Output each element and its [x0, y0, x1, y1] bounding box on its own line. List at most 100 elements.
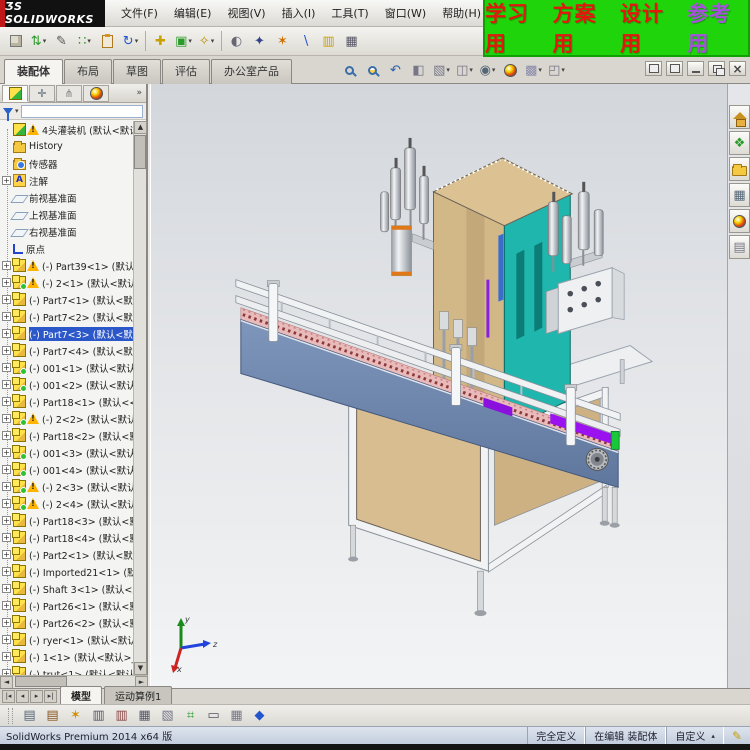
- tree-item[interactable]: (-) Part18<1> (默认<<默: [0, 393, 133, 410]
- menu-item-1[interactable]: 文件(F): [113, 2, 166, 24]
- previous-view-button[interactable]: ↶: [384, 59, 407, 81]
- tree-item[interactable]: (-) Part7<1> (默认<默认: [0, 291, 133, 308]
- expander[interactable]: [2, 482, 11, 491]
- tree-item[interactable]: (-) Part39<1> (默认<: [0, 257, 133, 274]
- linear-component-pattern-button[interactable]: ∷ ▾: [73, 30, 96, 52]
- bottom-icon-1-button[interactable]: ▤: [18, 705, 41, 727]
- scroll-down-button[interactable]: ▼: [134, 662, 147, 675]
- expander[interactable]: [2, 669, 11, 675]
- expander[interactable]: [2, 329, 11, 338]
- tree-item[interactable]: 注解: [0, 172, 133, 189]
- view-orientation-button[interactable]: ▧ ▾: [430, 59, 453, 81]
- tree-item[interactable]: (-) Part7<2> (默认<默认: [0, 308, 133, 325]
- scroll-thumb-horizontal[interactable]: [15, 676, 67, 687]
- menu-item-7[interactable]: 帮助(H): [434, 2, 489, 24]
- model-nozzles-left[interactable]: [380, 137, 434, 277]
- reference-geometry-button[interactable]: ✧ ▾: [195, 30, 218, 52]
- tree-item[interactable]: (-) 001<1> (默认<默认_显: [0, 359, 133, 376]
- tree-item[interactable]: (-) 2<1> (默认<默认_: [0, 274, 133, 291]
- appearances-scenes-button[interactable]: [729, 209, 750, 233]
- expander[interactable]: [2, 516, 11, 525]
- tree-item[interactable]: 右视基准面: [0, 223, 133, 240]
- smart-fasteners-button[interactable]: ✚: [149, 30, 172, 52]
- bottom-icon-6-button[interactable]: ▦: [133, 705, 156, 727]
- expander[interactable]: [2, 465, 11, 474]
- tab-草图[interactable]: 草图: [113, 59, 161, 84]
- tile-document-button[interactable]: [666, 61, 683, 76]
- tree-root-item[interactable]: 4头灌装机 (默认<默认_显: [0, 121, 133, 138]
- tree-item[interactable]: (-) Part18<2> (默认<默: [0, 427, 133, 444]
- menu-item-3[interactable]: 视图(V): [219, 2, 273, 24]
- tree-item[interactable]: (-) 001<4> (默认<默认_显: [0, 461, 133, 478]
- file-explorer-button[interactable]: [729, 157, 750, 181]
- tree-item[interactable]: (-) 2<4> (默认<默认_: [0, 495, 133, 512]
- bottom-icon-2-button[interactable]: ▤: [41, 705, 64, 727]
- zoom-to-area-button[interactable]: [361, 59, 384, 81]
- featuremanager-tab[interactable]: [2, 84, 28, 102]
- section-view-button[interactable]: ◧: [407, 59, 430, 81]
- expander[interactable]: [2, 380, 11, 389]
- design-library-button[interactable]: ❖: [729, 131, 750, 155]
- tab-运动算例1[interactable]: 运动算例1: [104, 686, 173, 704]
- tree-item[interactable]: (-) Shaft 3<1> (默认<默: [0, 580, 133, 597]
- tree-item[interactable]: (-) trut<1> (默认<默认: [0, 665, 133, 675]
- edit-appearance-button[interactable]: [499, 59, 522, 81]
- tree-item[interactable]: (-) Imported21<1> (默认: [0, 563, 133, 580]
- tree-item[interactable]: (-) Part7<4> (默认<默认: [0, 342, 133, 359]
- bill-of-materials-button[interactable]: ▦: [340, 30, 363, 52]
- propertymanager-tab[interactable]: ✛: [29, 84, 55, 102]
- tab-布局[interactable]: 布局: [64, 59, 112, 84]
- expander[interactable]: [2, 618, 11, 627]
- tree-item[interactable]: (-) 001<2> (默认<默认_显: [0, 376, 133, 393]
- tab-评估[interactable]: 评估: [162, 59, 210, 84]
- tab-nav-button-1[interactable]: |◂: [2, 690, 15, 703]
- status-cell-3[interactable]: 自定义 ▴: [666, 727, 724, 744]
- tree-item[interactable]: (-) Part18<3> (默认<默: [0, 512, 133, 529]
- tree-item[interactable]: 原点: [0, 240, 133, 257]
- show-hidden-components-button[interactable]: ◐: [225, 30, 248, 52]
- expander[interactable]: [2, 261, 11, 270]
- expander[interactable]: [2, 584, 11, 593]
- expander[interactable]: [2, 176, 11, 185]
- tree-vertical-scrollbar[interactable]: ▲ ▼: [133, 121, 147, 675]
- expander[interactable]: [2, 295, 11, 304]
- custom-properties-button[interactable]: ▤: [729, 235, 750, 259]
- displaymanager-tab[interactable]: [83, 84, 109, 102]
- graphics-viewport[interactable]: y z x: [150, 84, 727, 688]
- tree-item[interactable]: (-) 2<2> (默认<默认_: [0, 410, 133, 427]
- menu-item-6[interactable]: 窗口(W): [377, 2, 434, 24]
- interference-detection-button[interactable]: ▥: [317, 30, 340, 52]
- expander[interactable]: [2, 363, 11, 372]
- scroll-up-button[interactable]: ▲: [134, 121, 147, 134]
- expander[interactable]: [2, 278, 11, 287]
- restore-window-button[interactable]: [708, 61, 725, 76]
- bottom-icon-7-button[interactable]: ▧: [156, 705, 179, 727]
- hide-show-items-button[interactable]: ◉ ▾: [476, 59, 499, 81]
- configurationmanager-tab[interactable]: ⋔: [56, 84, 82, 102]
- expander[interactable]: [2, 431, 11, 440]
- tree-filter-input[interactable]: [20, 104, 143, 118]
- expander[interactable]: [2, 567, 11, 576]
- bottom-icon-8-button[interactable]: ⌗: [179, 705, 202, 727]
- tree-item[interactable]: (-) Part26<2> (默认<默: [0, 614, 133, 631]
- expander[interactable]: [2, 312, 11, 321]
- panel-tabs-overflow-icon[interactable]: »: [136, 88, 142, 98]
- tree-item[interactable]: History: [0, 138, 133, 155]
- minimize-window-button[interactable]: [687, 61, 704, 76]
- bottom-icon-11-button[interactable]: ◆: [248, 705, 271, 727]
- component-swap-button[interactable]: ⇅ ▾: [27, 30, 50, 52]
- tree-item[interactable]: (-) 2<3> (默认<默认_: [0, 478, 133, 495]
- tree-item[interactable]: (-) ryer<1> (默认<默认: [0, 631, 133, 648]
- close-window-button[interactable]: [729, 61, 746, 76]
- bottom-icon-4-button[interactable]: ▥: [87, 705, 110, 727]
- filter-caret-icon[interactable]: ▾: [15, 107, 19, 115]
- expander[interactable]: [2, 414, 11, 423]
- tree-item[interactable]: (-) Part26<1> (默认<默: [0, 597, 133, 614]
- tab-nav-button-4[interactable]: ▸|: [44, 690, 57, 703]
- tab-nav-button-3[interactable]: ▸: [30, 690, 43, 703]
- menu-item-5[interactable]: 工具(T): [323, 2, 376, 24]
- expander[interactable]: [2, 635, 11, 644]
- expander[interactable]: [2, 550, 11, 559]
- assembly-features-button[interactable]: ✦: [248, 30, 271, 52]
- menu-item-2[interactable]: 编辑(E): [166, 2, 220, 24]
